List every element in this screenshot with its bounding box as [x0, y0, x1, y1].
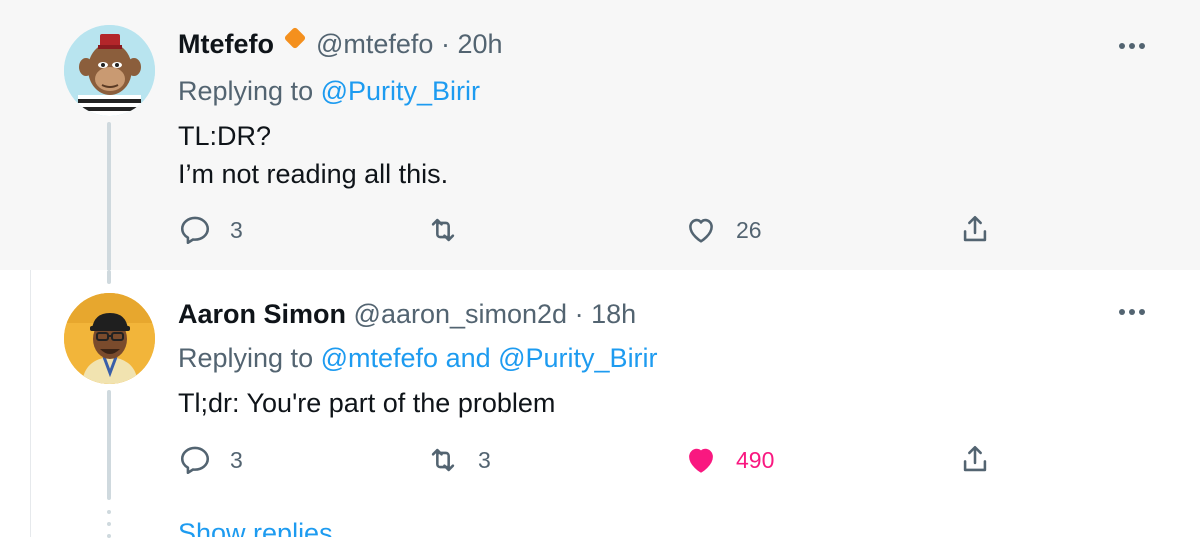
thread-continuation-dots [107, 510, 111, 540]
retweet-button[interactable] [426, 210, 478, 250]
tweet-header: Aaron Simon @aaron_simon2d · 18h [178, 296, 1150, 332]
reply-count: 3 [230, 216, 243, 243]
timestamp[interactable]: 20h [457, 29, 502, 59]
column-border [30, 270, 31, 537]
thread-connector-line [107, 390, 111, 500]
user-handle[interactable]: @aaron_simon2d [354, 299, 568, 329]
reply-button[interactable]: 3 [178, 440, 243, 480]
share-icon [963, 215, 987, 242]
replying-to: Replying to @Purity_Birir [178, 73, 1150, 109]
share-button[interactable] [958, 210, 992, 250]
user-photo-avatar [64, 293, 155, 384]
share-button[interactable] [958, 440, 992, 480]
tweet-text-line: Tl;dr: You're part of the problem [178, 388, 556, 418]
like-button[interactable]: 26 [684, 210, 762, 250]
share-icon [963, 445, 987, 472]
tweet-text-line: TL:DR? [178, 121, 272, 152]
retweet-icon [431, 448, 455, 472]
replying-to-label: Replying to [178, 343, 314, 373]
tweet-mtefefo[interactable]: Mtefefo @mtefefo · 20h Replying to @Purit… [0, 0, 1200, 272]
separator: · [574, 299, 584, 329]
replying-to: Replying to @mtefefo and @Purity_Birir [178, 340, 1150, 376]
heart-filled-icon [689, 448, 713, 473]
reply-icon [180, 446, 210, 475]
tweet-aaron-simon[interactable]: Aaron Simon @aaron_simon2d · 18h Replyin… [0, 270, 1200, 540]
replying-to-label: Replying to [178, 76, 314, 107]
reply-button[interactable]: 3 [178, 210, 243, 250]
tweet-text-line: I’m not reading all this. [178, 159, 449, 190]
tweet-text: Tl;dr: You're part of the problem [178, 384, 1150, 422]
retweet-icon [431, 218, 455, 242]
reply-count: 3 [230, 446, 243, 473]
tweet-content: Mtefefo @mtefefo · 20h Replying to @Purit… [178, 26, 1150, 193]
like-count: 490 [736, 446, 775, 473]
more-options-icon[interactable] [1114, 302, 1150, 322]
orange-diamond-badge-icon [280, 23, 310, 62]
separator: · [440, 29, 450, 59]
tweet-text: TL:DR? I’m not reading all this. [178, 117, 1150, 193]
display-name[interactable]: Aaron Simon [178, 299, 346, 329]
heart-icon [689, 218, 713, 243]
ape-avatar-icon [64, 25, 155, 116]
tweet-actions: 3 3 490 [178, 440, 1008, 480]
user-handle[interactable]: @mtefefo [316, 29, 433, 59]
timestamp[interactable]: 18h [591, 299, 636, 329]
tweet-actions: 3 26 [178, 210, 1008, 250]
thread-connector-line [107, 122, 111, 272]
mention-link[interactable]: @mtefefo and @Purity_Birir [321, 343, 658, 373]
reply-icon [180, 216, 210, 245]
retweet-count: 3 [478, 446, 491, 473]
conversation-thread: Mtefefo @mtefefo · 20h Replying to @Purit… [0, 0, 1200, 540]
like-count: 26 [736, 216, 762, 243]
avatar[interactable] [64, 25, 155, 116]
display-name[interactable]: Mtefefo [178, 29, 274, 59]
avatar[interactable] [64, 293, 155, 384]
tweet-content: Aaron Simon @aaron_simon2d · 18h Replyin… [178, 296, 1150, 422]
mention-link[interactable]: @Purity_Birir [321, 76, 480, 106]
like-button[interactable]: 490 [684, 440, 774, 480]
tweet-header: Mtefefo @mtefefo · 20h [178, 26, 1150, 65]
thread-connector-line [107, 270, 111, 284]
show-replies-link[interactable]: Show replies [178, 515, 333, 537]
more-options-icon[interactable] [1114, 36, 1150, 56]
retweet-button[interactable]: 3 [426, 440, 491, 480]
